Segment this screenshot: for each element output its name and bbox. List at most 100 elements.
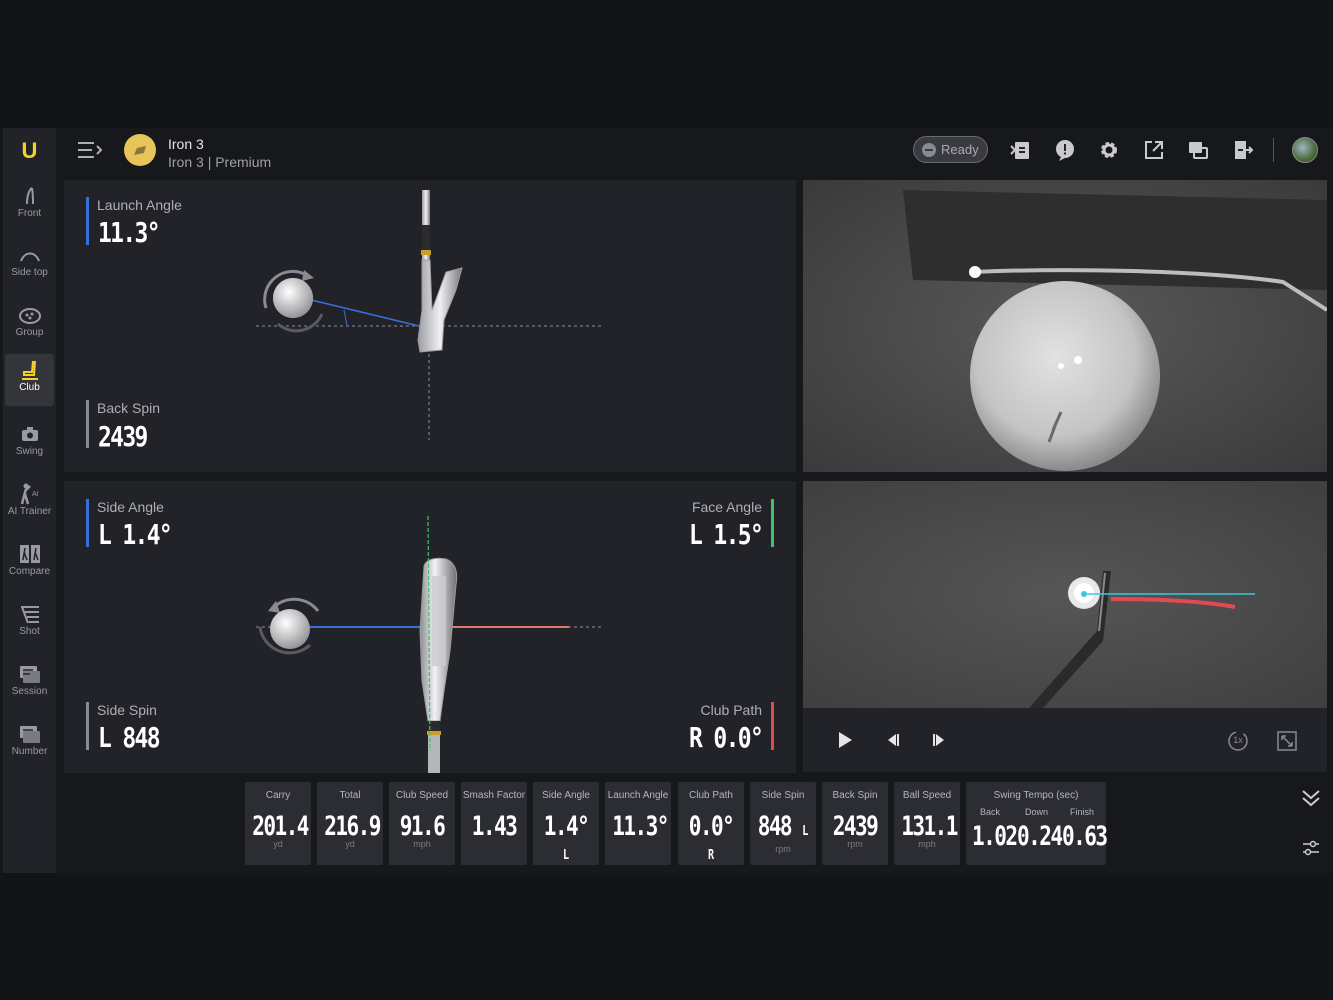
step-forward-icon[interactable]: [931, 732, 947, 753]
video-player-controls: 1x: [803, 708, 1327, 772]
tempo-down-label: Down: [1025, 807, 1049, 817]
sidebar-item-label: Number: [11, 746, 48, 757]
stat-value: 11.3°: [612, 811, 669, 842]
club-subtitle: Iron 3 | Premium: [168, 154, 272, 170]
stat-title: Side Angle: [542, 790, 590, 801]
sidebar-item-ai-trainer[interactable]: AI AI Trainer: [5, 478, 54, 530]
club-icon: [5, 358, 54, 382]
sidebar-item-label: Side top: [11, 267, 48, 278]
stat-title: Smash Factor: [462, 790, 526, 801]
side-angle-panel: Side Angle L 1.4° Face Angle L 1.5° Side…: [64, 481, 796, 773]
stat-value: 2439: [832, 811, 879, 842]
play-icon[interactable]: [836, 731, 854, 754]
stat-unit: rpm: [775, 844, 791, 854]
report-icon[interactable]: [1009, 138, 1033, 162]
impact-camera-image: [803, 481, 1327, 708]
exit-icon[interactable]: [1231, 138, 1255, 162]
group-icon: [5, 303, 54, 327]
club-badge-icon: [124, 134, 156, 166]
stat-value: 91.6: [399, 811, 446, 842]
sidebar-item-front[interactable]: Front: [5, 180, 54, 232]
tempo-finish-value: 0.63: [1062, 821, 1108, 852]
stat-card-side-angle[interactable]: Side Angle 1.4° L: [533, 782, 599, 865]
ball-camera-view: [803, 180, 1327, 472]
sidebar-item-group[interactable]: Group: [5, 299, 54, 351]
sidebar-item-club[interactable]: Club: [5, 354, 54, 406]
stat-card-side-spin[interactable]: Side Spin 848 L rpm: [750, 782, 816, 865]
sidebar-item-label: AI Trainer: [7, 506, 52, 517]
stat-title: Back Spin: [832, 790, 878, 801]
side-diagram: [256, 515, 604, 773]
app-window: U Front Side top Group Club Swing AI AI …: [0, 128, 1333, 873]
tempo-finish-label: Finish: [1070, 807, 1095, 817]
stat-card-launch-angle[interactable]: Launch Angle 11.3°: [605, 782, 671, 865]
export-icon[interactable]: [1142, 138, 1166, 162]
chevron-down-icon[interactable]: [1300, 788, 1322, 813]
stat-card-swing-tempo[interactable]: Swing Tempo (sec) Back Down Finish 1.02 …: [966, 782, 1108, 865]
avatar[interactable]: [1292, 137, 1318, 163]
stat-card-ball-speed[interactable]: Ball Speed 131.1 mph: [894, 782, 960, 865]
tempo-back-value: 1.02: [972, 821, 1018, 852]
camera-icon: [5, 422, 54, 446]
sidebar-item-label: Compare: [8, 566, 51, 577]
sidebar-item-label: Swing: [15, 446, 44, 457]
settings-icon[interactable]: [1097, 138, 1121, 162]
front-view-icon: [5, 184, 54, 208]
sidebar-item-number[interactable]: Number: [5, 718, 54, 770]
compare-icon: [5, 542, 54, 566]
tempo-back-label: Back: [980, 807, 1001, 817]
impact-camera-view: [803, 481, 1327, 708]
stat-value: 216.9: [324, 811, 381, 842]
sidebar-item-label: Session: [11, 686, 48, 697]
stat-card-smash-factor[interactable]: Smash Factor 1.43: [461, 782, 527, 865]
alert-icon[interactable]: [1053, 138, 1077, 162]
step-back-icon[interactable]: [885, 732, 901, 753]
sidebar-item-swing[interactable]: Swing: [5, 418, 54, 470]
menu-toggle-icon[interactable]: [76, 140, 104, 165]
stat-value: 201.4: [252, 811, 309, 842]
header-divider: [1273, 138, 1274, 162]
playback-speed-button[interactable]: 1x: [1227, 730, 1249, 752]
stat-card-club-speed[interactable]: Club Speed 91.6 mph: [389, 782, 455, 865]
stat-card-carry[interactable]: Carry 201.4 yd: [245, 782, 311, 865]
stat-value: 131.1: [901, 811, 958, 842]
stat-title: Club Speed: [395, 790, 449, 801]
stat-title: Total: [339, 790, 361, 801]
ball-camera-image: [803, 180, 1327, 472]
window-icon[interactable]: [1186, 138, 1210, 162]
app-logo: U: [21, 138, 38, 163]
stat-title: Club Path: [689, 790, 733, 801]
fullscreen-icon[interactable]: [1276, 730, 1298, 757]
sidebar-item-shot[interactable]: Shot: [5, 598, 54, 650]
playback-speed-label: 1x: [1233, 735, 1243, 745]
stat-card-total[interactable]: Total 216.9 yd: [317, 782, 383, 865]
side-top-view-icon: [5, 243, 54, 267]
stat-value: 0.0° R: [688, 811, 735, 863]
sidebar-item-label: Front: [17, 208, 42, 219]
stat-title: Swing Tempo (sec): [993, 790, 1079, 801]
launch-diagram: [256, 190, 604, 440]
sidebar: U Front Side top Group Club Swing AI AI …: [3, 128, 56, 873]
status-label: Ready: [941, 142, 979, 157]
number-icon: [5, 722, 54, 746]
stat-card-club-path[interactable]: Club Path 0.0° R: [678, 782, 744, 865]
launch-angle-panel: Launch Angle 11.3° Back Spin 2439: [64, 180, 796, 472]
stat-card-back-spin[interactable]: Back Spin 2439 rpm: [822, 782, 888, 865]
filter-settings-icon[interactable]: [1301, 839, 1321, 862]
status-badge: Ready: [913, 136, 988, 163]
stat-value: 848 L: [757, 811, 809, 842]
stat-value: 1.4° L: [543, 811, 590, 863]
sidebar-item-label: Shot: [19, 626, 40, 637]
session-icon: [5, 662, 54, 686]
ai-trainer-icon: AI: [5, 482, 54, 506]
stat-title: Ball Speed: [902, 790, 952, 801]
stat-title: Side Spin: [761, 790, 805, 801]
sidebar-item-side-top[interactable]: Side top: [5, 239, 54, 291]
stat-title: Launch Angle: [607, 790, 669, 801]
club-title: Iron 3: [168, 136, 204, 152]
stat-value: 1.43: [471, 811, 518, 842]
sidebar-item-label: Club: [19, 382, 40, 393]
sidebar-item-compare[interactable]: Compare: [5, 538, 54, 590]
status-icon: [922, 143, 936, 157]
sidebar-item-session[interactable]: Session: [5, 658, 54, 710]
